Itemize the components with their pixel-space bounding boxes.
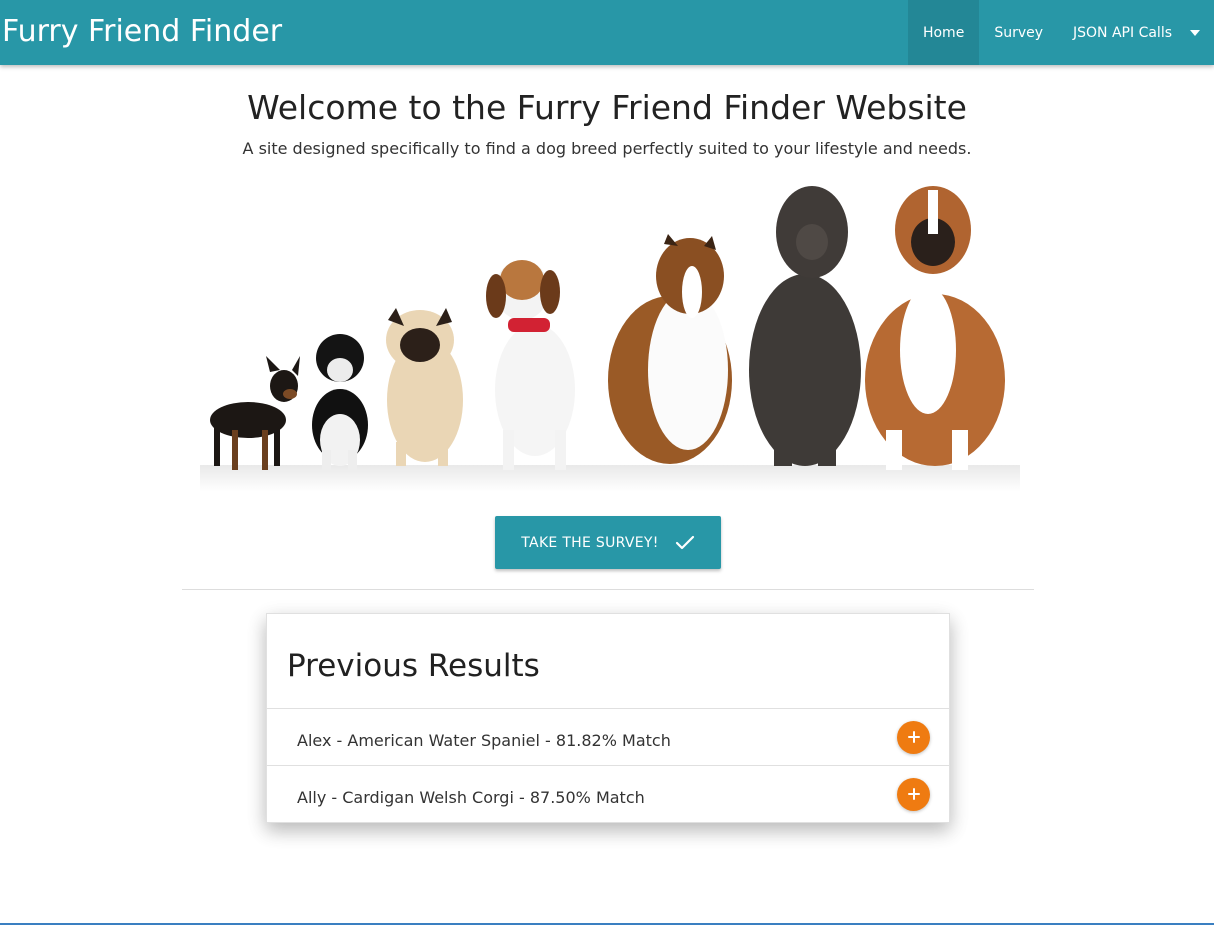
chihuahua-dog xyxy=(210,356,300,470)
result-item[interactable]: Alex - American Water Spaniel - 81.82% M… xyxy=(267,708,949,765)
collie-dog xyxy=(608,234,732,464)
result-item[interactable]: Ally - Cardigan Welsh Corgi - 87.50% Mat… xyxy=(267,765,949,822)
section-divider xyxy=(182,589,1034,590)
nav-link-home[interactable]: Home xyxy=(907,0,980,65)
take-survey-button[interactable]: TAKE THE SURVEY! xyxy=(495,516,721,569)
nav-dropdown-json-api[interactable]: JSON API Calls xyxy=(1058,0,1214,65)
expand-plus-button[interactable] xyxy=(897,777,930,811)
terrier-dog xyxy=(312,334,368,472)
boxer-dog xyxy=(865,186,1005,470)
caret-down-icon xyxy=(1190,29,1200,36)
nav-link-survey[interactable]: Survey xyxy=(979,0,1058,65)
nav-dropdown-label: JSON API Calls xyxy=(1073,24,1172,41)
page-title: Welcome to the Furry Friend Finder Websi… xyxy=(247,88,967,127)
dogs-lineup-image xyxy=(200,180,1020,492)
brand-logo[interactable]: Furry Friend Finder xyxy=(2,14,282,49)
previous-results-card: Previous Results Alex - American Water S… xyxy=(266,613,950,823)
poodle-dog xyxy=(749,186,861,466)
top-navbar: Furry Friend Finder Home Survey JSON API… xyxy=(0,0,1214,65)
plus-icon xyxy=(907,731,920,743)
beagle-dog xyxy=(486,260,575,470)
plus-icon xyxy=(907,788,920,800)
result-item-label: Ally - Cardigan Welsh Corgi - 87.50% Mat… xyxy=(297,787,645,807)
card-title: Previous Results xyxy=(287,648,540,684)
result-item-label: Alex - American Water Spaniel - 81.82% M… xyxy=(297,730,671,750)
page-subtitle: A site designed specifically to find a d… xyxy=(242,139,972,158)
nav-links: Home Survey JSON API Calls xyxy=(907,0,1214,65)
check-icon xyxy=(675,535,695,551)
pug-dog xyxy=(386,308,463,466)
take-survey-label: TAKE THE SURVEY! xyxy=(521,534,659,551)
expand-plus-button[interactable] xyxy=(897,720,930,754)
